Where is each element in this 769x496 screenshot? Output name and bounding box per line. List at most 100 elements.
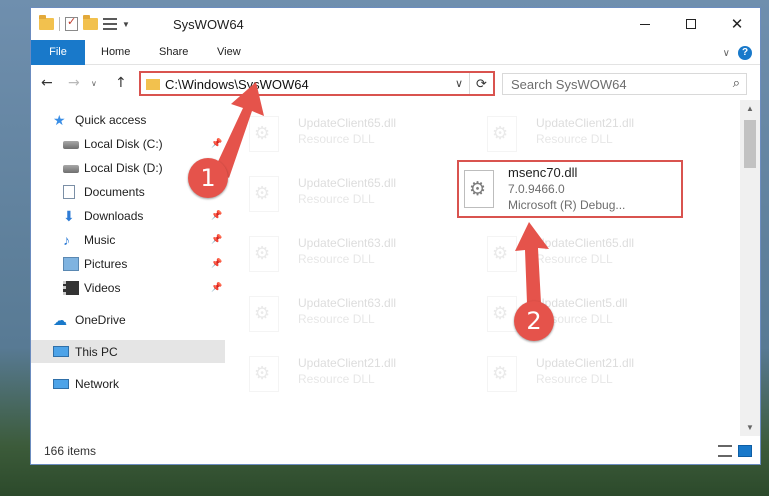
sidebar-item-label: Pictures bbox=[84, 256, 128, 271]
list-item[interactable]: UpdateClient65.dll Resource DLL bbox=[227, 166, 457, 218]
view-list-icon[interactable] bbox=[103, 18, 117, 30]
dll-file-icon bbox=[249, 116, 279, 152]
recent-locations-dropdown-icon[interactable]: ∨ bbox=[91, 79, 97, 88]
quick-access-toolbar: ▼ bbox=[39, 15, 130, 31]
pin-icon[interactable]: 📌 bbox=[211, 138, 222, 149]
item-count: 166 items bbox=[44, 444, 97, 458]
sidebar-item-this-pc[interactable]: This PC bbox=[31, 340, 225, 363]
sidebar-item-network[interactable]: Network bbox=[31, 372, 225, 395]
sidebar-item-music[interactable]: ♪ Music 📌 bbox=[31, 228, 225, 251]
up-arrow-icon[interactable]: ↑ bbox=[115, 75, 127, 91]
file-name: UpdateClient65.dll bbox=[298, 176, 397, 190]
file-type: Resource DLL bbox=[298, 252, 375, 266]
dll-file-icon bbox=[249, 356, 279, 392]
tiles-view-icon[interactable] bbox=[738, 445, 752, 457]
maximize-button[interactable] bbox=[668, 8, 714, 40]
music-icon: ♪ bbox=[63, 231, 70, 248]
sidebar-item-label: Local Disk (D:) bbox=[84, 160, 163, 175]
explorer-window: ▼ SysWOW64 ✕ File Home Share View ∨ ? ← … bbox=[30, 7, 761, 465]
file-type: Resource DLL bbox=[298, 132, 375, 146]
sidebar-item-onedrive[interactable]: ☁ OneDrive bbox=[31, 308, 225, 331]
computer-icon bbox=[53, 346, 69, 357]
close-icon: ✕ bbox=[730, 15, 744, 33]
cloud-icon: ☁ bbox=[53, 311, 67, 328]
vertical-scrollbar[interactable]: ▲ ▼ bbox=[740, 100, 760, 436]
refresh-icon[interactable]: ⟳ bbox=[469, 73, 493, 94]
sidebar-item-videos[interactable]: Videos 📌 bbox=[31, 276, 225, 299]
folder-icon[interactable] bbox=[39, 15, 54, 30]
tab-view[interactable]: View bbox=[217, 40, 241, 65]
sidebar-item-label: OneDrive bbox=[75, 312, 126, 327]
list-item[interactable]: UpdateClient65.dll Resource DLL bbox=[465, 226, 695, 278]
pin-icon[interactable]: 📌 bbox=[211, 234, 222, 245]
sidebar-item-local-disk-c[interactable]: Local Disk (C:) 📌 bbox=[31, 132, 225, 155]
sidebar-item-quick-access[interactable]: ★ Quick access bbox=[31, 108, 225, 131]
star-icon: ★ bbox=[53, 111, 66, 128]
dll-file-icon bbox=[249, 176, 279, 212]
address-dropdown-icon[interactable]: ∨ bbox=[455, 77, 463, 90]
back-arrow-icon[interactable]: ← bbox=[41, 75, 53, 91]
file-name: UpdateClient63.dll bbox=[298, 296, 397, 310]
forward-arrow-icon[interactable]: → bbox=[68, 75, 80, 91]
scroll-thumb[interactable] bbox=[744, 120, 756, 168]
list-item[interactable]: UpdateClient63.dll Resource DLL bbox=[227, 286, 457, 338]
list-item[interactable]: UpdateClient63.dll Resource DLL bbox=[227, 226, 457, 278]
dll-file-icon bbox=[487, 356, 517, 392]
download-icon: ⬇ bbox=[63, 207, 75, 224]
list-item[interactable]: UpdateClient65.dll Resource DLL bbox=[227, 106, 457, 158]
tab-home[interactable]: Home bbox=[101, 40, 130, 65]
window-controls: ✕ bbox=[622, 8, 760, 40]
address-folder-icon bbox=[146, 79, 160, 90]
sidebar-item-label: Local Disk (C:) bbox=[84, 136, 163, 151]
dll-file-icon bbox=[487, 236, 517, 272]
details-view-icon[interactable] bbox=[718, 445, 732, 457]
minimize-button[interactable] bbox=[622, 8, 668, 40]
sidebar-item-pictures[interactable]: Pictures 📌 bbox=[31, 252, 225, 275]
customize-toolbar-dropdown-icon[interactable]: ▼ bbox=[122, 20, 130, 29]
file-type: Resource DLL bbox=[536, 252, 613, 266]
scroll-down-icon[interactable]: ▼ bbox=[740, 423, 760, 432]
title-bar: ▼ SysWOW64 ✕ bbox=[31, 8, 760, 40]
view-toggle bbox=[718, 445, 752, 457]
close-button[interactable]: ✕ bbox=[714, 8, 760, 40]
network-icon bbox=[53, 378, 69, 389]
pin-icon[interactable]: 📌 bbox=[211, 258, 222, 269]
list-item[interactable]: UpdateClient21.dll Resource DLL bbox=[465, 346, 695, 398]
sidebar-item-downloads[interactable]: ⬇ Downloads 📌 bbox=[31, 204, 225, 227]
sidebar-item-label: Network bbox=[75, 376, 120, 391]
new-folder-icon[interactable] bbox=[83, 15, 98, 30]
sidebar-item-label: Videos bbox=[84, 280, 121, 295]
file-type: Resource DLL bbox=[298, 372, 375, 386]
address-bar[interactable]: C:\Windows\SysWOW64 ∨ ⟳ bbox=[139, 71, 495, 96]
sidebar-item-label: Downloads bbox=[84, 208, 144, 223]
step-badge-2: 2 bbox=[514, 301, 554, 341]
address-path[interactable]: C:\Windows\SysWOW64 bbox=[165, 77, 309, 92]
search-input[interactable]: Search SysWOW64 ⌕ bbox=[502, 73, 747, 95]
file-description: Microsoft (R) Debug... bbox=[508, 198, 626, 212]
list-item[interactable]: UpdateClient5.dll Resource DLL bbox=[465, 286, 695, 338]
maximize-icon bbox=[686, 19, 696, 29]
help-icon[interactable]: ? bbox=[738, 46, 752, 60]
ribbon-tabs: File Home Share View ∨ ? bbox=[31, 40, 760, 65]
scroll-up-icon[interactable]: ▲ bbox=[740, 104, 760, 113]
list-item[interactable]: UpdateClient21.dll Resource DLL bbox=[227, 346, 457, 398]
pin-icon[interactable]: 📌 bbox=[211, 282, 222, 293]
sidebar-item-label: Documents bbox=[84, 184, 145, 199]
status-bar: 166 items bbox=[31, 439, 760, 464]
tab-share[interactable]: Share bbox=[159, 40, 188, 65]
sidebar-item-label: This PC bbox=[75, 344, 118, 359]
file-type: Resource DLL bbox=[298, 192, 375, 206]
ribbon-right-controls: ∨ ? bbox=[723, 46, 752, 60]
file-name: UpdateClient65.dll bbox=[536, 236, 635, 250]
file-type: Resource DLL bbox=[298, 312, 375, 326]
properties-icon[interactable] bbox=[65, 15, 78, 31]
sidebar-item-label: Music bbox=[84, 232, 116, 247]
file-list: UpdateClient65.dll Resource DLL UpdateCl… bbox=[227, 100, 740, 436]
file-name: UpdateClient65.dll bbox=[298, 116, 397, 130]
pin-icon[interactable]: 📌 bbox=[211, 210, 222, 221]
highlighted-file-item[interactable]: msenc70.dll 7.0.9466.0 Microsoft (R) Deb… bbox=[457, 160, 683, 218]
expand-ribbon-chevron-icon[interactable]: ∨ bbox=[723, 48, 730, 59]
tab-file[interactable]: File bbox=[31, 40, 85, 65]
file-name: UpdateClient63.dll bbox=[298, 236, 397, 250]
list-item[interactable]: UpdateClient21.dll Resource DLL bbox=[465, 106, 695, 158]
